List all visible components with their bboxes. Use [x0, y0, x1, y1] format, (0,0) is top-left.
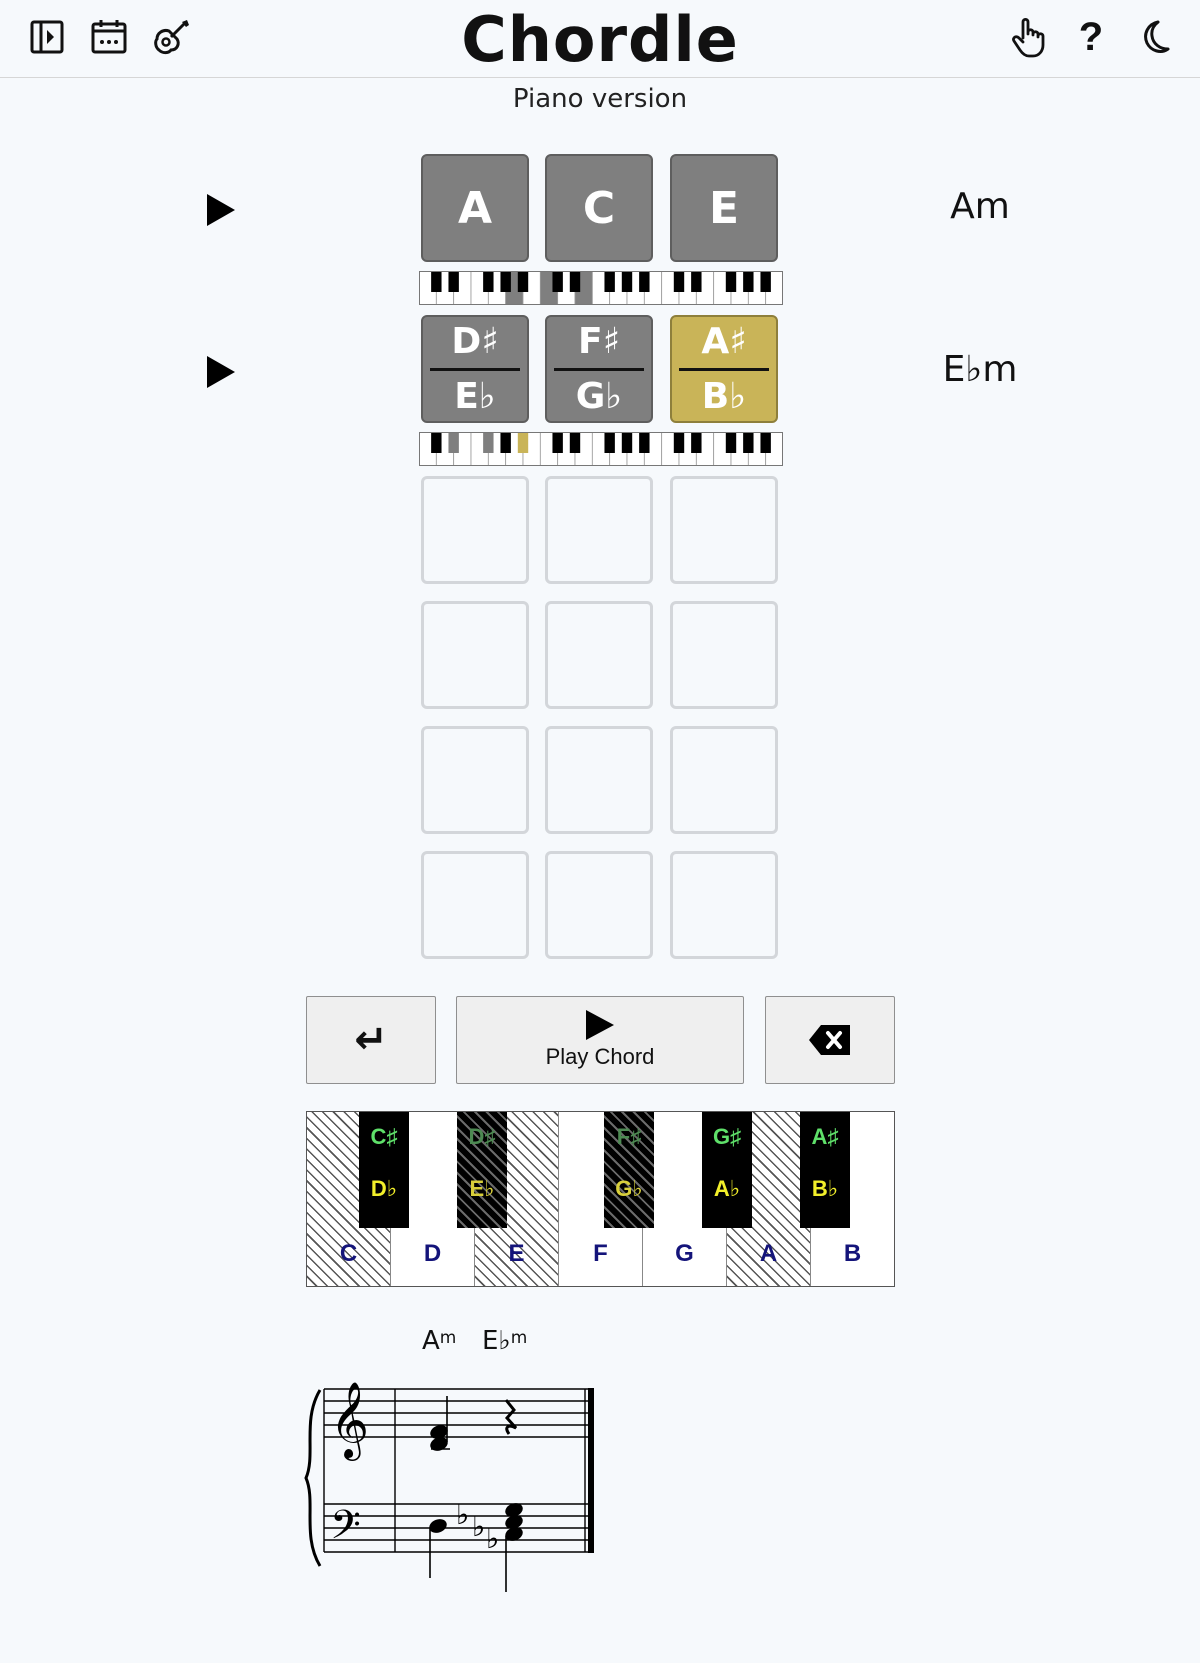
guess-1-tile-2: C	[545, 154, 653, 262]
enter-icon: ↵	[354, 1018, 388, 1062]
key-c-sharp[interactable]: C♯ D♭	[359, 1112, 409, 1228]
input-keyboard: C D E F G A B C♯ D♭ D♯ E♭ F♯ G♭ G♯ A♭ A♯ B♭	[306, 1111, 895, 1287]
guess-1-tile-3: E	[670, 154, 778, 262]
mini-black-key	[691, 271, 702, 292]
mini-black-key	[725, 432, 737, 453]
mini-black-key	[517, 432, 529, 453]
empty-tile	[670, 601, 778, 709]
mini-black-key	[448, 271, 459, 292]
play-chord-label: Play Chord	[545, 1044, 655, 1069]
svg-text:𝄢: 𝄢	[330, 1502, 361, 1558]
mini-black-key	[743, 271, 754, 292]
subtitle: Piano version	[512, 84, 688, 114]
guess-2-tile-2: F♯ G♭	[545, 315, 653, 423]
backspace-icon	[809, 1025, 850, 1055]
mini-black-key	[483, 432, 494, 453]
empty-tile	[670, 851, 778, 959]
mini-black-key	[604, 271, 615, 292]
moon-icon[interactable]	[1130, 14, 1176, 60]
enter-button[interactable]: ↵	[306, 996, 436, 1084]
score-chord-label-2: E♭m	[482, 1326, 528, 1356]
help-icon[interactable]: ?	[1068, 14, 1114, 60]
mini-black-key	[639, 271, 650, 292]
mini-black-key	[691, 432, 702, 453]
mini-black-key	[621, 271, 633, 292]
guess-2-tile-1: D♯ E♭	[421, 315, 529, 423]
empty-tile	[545, 851, 653, 959]
empty-tile	[545, 726, 653, 834]
mini-black-key	[621, 432, 633, 453]
score-chord-label-1: Am	[422, 1326, 457, 1356]
backspace-button[interactable]	[765, 996, 895, 1084]
mini-black-key	[500, 432, 511, 453]
mini-black-key	[569, 271, 581, 292]
guess-2-mini-keyboard	[419, 432, 783, 466]
mini-black-key	[431, 432, 442, 453]
mini-black-key	[552, 432, 563, 453]
mini-black-key	[569, 432, 581, 453]
guess-1-mini-keyboard	[419, 271, 783, 305]
empty-tile	[421, 726, 529, 834]
chord-root: E♭	[942, 349, 983, 390]
play-chord-button[interactable]: Play Chord	[456, 996, 744, 1084]
mini-black-key	[673, 271, 685, 292]
guess-1-chord-name: Am	[900, 186, 1060, 227]
guess-2-tile-3: A♯ B♭	[670, 315, 778, 423]
svg-text:♭: ♭	[472, 1510, 485, 1543]
mini-black-key	[500, 271, 511, 292]
guess-2-chord-name: E♭m	[900, 349, 1060, 390]
mini-black-key	[431, 271, 442, 292]
sheet-music: 𝄞 𝄢 ♭ ♭ ♭	[304, 1381, 594, 1592]
key-a-sharp[interactable]: A♯ B♭	[800, 1112, 850, 1228]
empty-tile	[670, 726, 778, 834]
empty-tile	[421, 476, 529, 584]
mini-black-key	[639, 432, 650, 453]
mini-black-key	[552, 271, 563, 292]
guess-1-tile-1: A	[421, 154, 529, 262]
key-f-sharp[interactable]: F♯ G♭	[604, 1112, 654, 1228]
header: Chordle ?	[0, 0, 1200, 78]
empty-tile	[670, 476, 778, 584]
chord-quality: m	[982, 349, 1018, 390]
svg-text:𝄞: 𝄞	[330, 1381, 369, 1461]
key-g-sharp[interactable]: G♯ A♭	[702, 1112, 752, 1228]
key-d-sharp[interactable]: D♯ E♭	[457, 1112, 507, 1228]
chord-quality: m	[974, 186, 1010, 227]
mini-black-key	[760, 271, 771, 292]
mini-black-key	[743, 432, 754, 453]
mini-black-key	[604, 432, 615, 453]
play-guess-1-button[interactable]	[207, 194, 235, 226]
mini-black-key	[483, 271, 494, 292]
mini-black-key	[760, 432, 771, 453]
hand-pointer-icon[interactable]	[1006, 14, 1052, 60]
mini-black-key	[673, 432, 685, 453]
empty-tile	[545, 476, 653, 584]
chord-root: A	[950, 186, 975, 227]
empty-tile	[421, 851, 529, 959]
mini-black-key	[448, 432, 459, 453]
play-guess-2-button[interactable]	[207, 356, 235, 388]
empty-tile	[545, 601, 653, 709]
svg-text:♭: ♭	[486, 1522, 499, 1555]
mini-black-key	[517, 271, 529, 292]
empty-tile	[421, 601, 529, 709]
mini-black-key	[725, 271, 737, 292]
play-icon	[586, 1010, 614, 1040]
svg-text:♭: ♭	[456, 1498, 469, 1531]
